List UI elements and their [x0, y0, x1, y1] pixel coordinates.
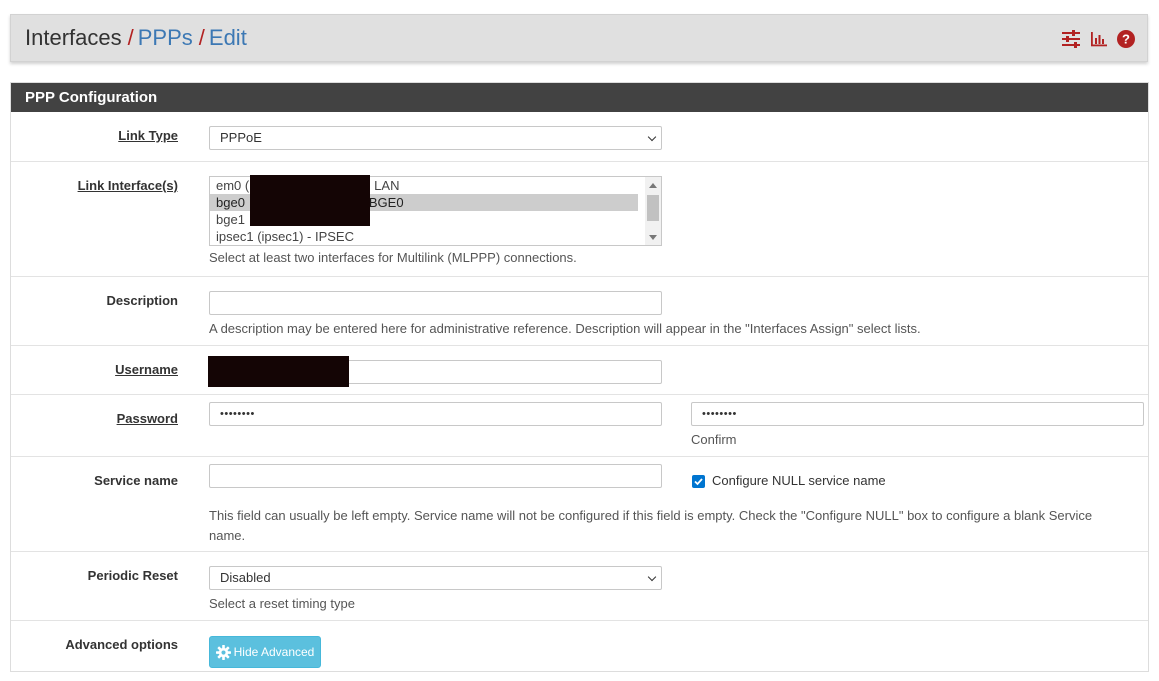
checkmark-icon — [694, 478, 703, 486]
redaction-block — [250, 175, 370, 226]
scroll-down-arrow-icon[interactable] — [649, 235, 657, 240]
page-header: Interfaces / PPPs / Edit ? — [10, 14, 1148, 62]
scroll-up-arrow-icon[interactable] — [649, 183, 657, 188]
panel-title: PPP Configuration — [11, 83, 1148, 112]
description-input[interactable] — [209, 291, 662, 315]
hide-advanced-button[interactable]: Hide Advanced — [209, 636, 321, 668]
breadcrumb-ppps-link[interactable]: PPPs — [138, 25, 193, 50]
service-name-input[interactable] — [209, 464, 662, 488]
redaction-block — [208, 356, 349, 387]
periodic-reset-row: Periodic Reset Disabled Select a reset t… — [11, 551, 1148, 620]
sliders-icon[interactable] — [1061, 30, 1081, 51]
service-name-row: Service name Configure NULL service name… — [11, 456, 1148, 551]
hide-advanced-label: Hide Advanced — [233, 645, 315, 659]
header-icon-group: ? — [1052, 30, 1135, 51]
link-interfaces-label: Link Interface(s) — [77, 178, 178, 193]
periodic-reset-help: Select a reset timing type — [209, 596, 355, 611]
username-row: Username — [11, 345, 1148, 394]
service-name-help: This field can usually be left empty. Se… — [209, 508, 1093, 543]
link-interfaces-row: Link Interface(s) em0 (- LAN bge0- BGE0 … — [11, 161, 1148, 276]
password-confirm-label: Confirm — [691, 432, 737, 447]
breadcrumb: Interfaces / PPPs / Edit — [25, 25, 247, 51]
scroll-thumb[interactable] — [647, 195, 659, 221]
periodic-reset-label: Periodic Reset — [87, 568, 178, 583]
description-help: A description may be entered here for ad… — [209, 321, 921, 336]
null-service-checkbox-label[interactable]: Configure NULL service name — [712, 471, 886, 491]
description-label: Description — [106, 293, 178, 308]
advanced-options-row: Advanced options Hide Advanced — [11, 620, 1148, 672]
periodic-reset-select[interactable]: Disabled — [209, 566, 662, 590]
link-type-row: Link Type PPPoE — [11, 112, 1148, 161]
periodic-reset-value: Disabled — [220, 570, 271, 585]
advanced-options-label: Advanced options — [65, 637, 178, 652]
password-input[interactable]: •••••••• — [209, 402, 662, 426]
link-type-select[interactable]: PPPoE — [209, 126, 662, 150]
service-name-label: Service name — [94, 473, 178, 488]
password-row: Password •••••••• •••••••• Confirm — [11, 394, 1148, 456]
svg-text:?: ? — [1122, 32, 1130, 47]
link-interfaces-help: Select at least two interfaces for Multi… — [209, 250, 577, 265]
link-type-label: Link Type — [118, 128, 178, 143]
bar-chart-icon[interactable] — [1090, 30, 1108, 51]
null-service-checkbox[interactable] — [692, 475, 705, 488]
help-icon[interactable]: ? — [1117, 30, 1135, 51]
gear-icon — [215, 644, 231, 660]
ppp-configuration-panel: PPP Configuration Link Type PPPoE Link I… — [10, 82, 1149, 672]
breadcrumb-edit-link[interactable]: Edit — [209, 25, 247, 50]
link-type-value: PPPoE — [220, 130, 262, 145]
listbox-scrollbar[interactable] — [645, 177, 661, 245]
breadcrumb-separator: / — [198, 25, 205, 50]
password-confirm-input[interactable]: •••••••• — [691, 402, 1144, 426]
password-label: Password — [116, 411, 178, 426]
description-row: Description A description may be entered… — [11, 276, 1148, 345]
username-label: Username — [115, 362, 178, 377]
breadcrumb-separator: / — [127, 25, 134, 50]
interface-option-ipsec1[interactable]: ipsec1 (ipsec1) - IPSEC — [210, 228, 638, 245]
breadcrumb-interfaces: Interfaces — [25, 25, 122, 50]
